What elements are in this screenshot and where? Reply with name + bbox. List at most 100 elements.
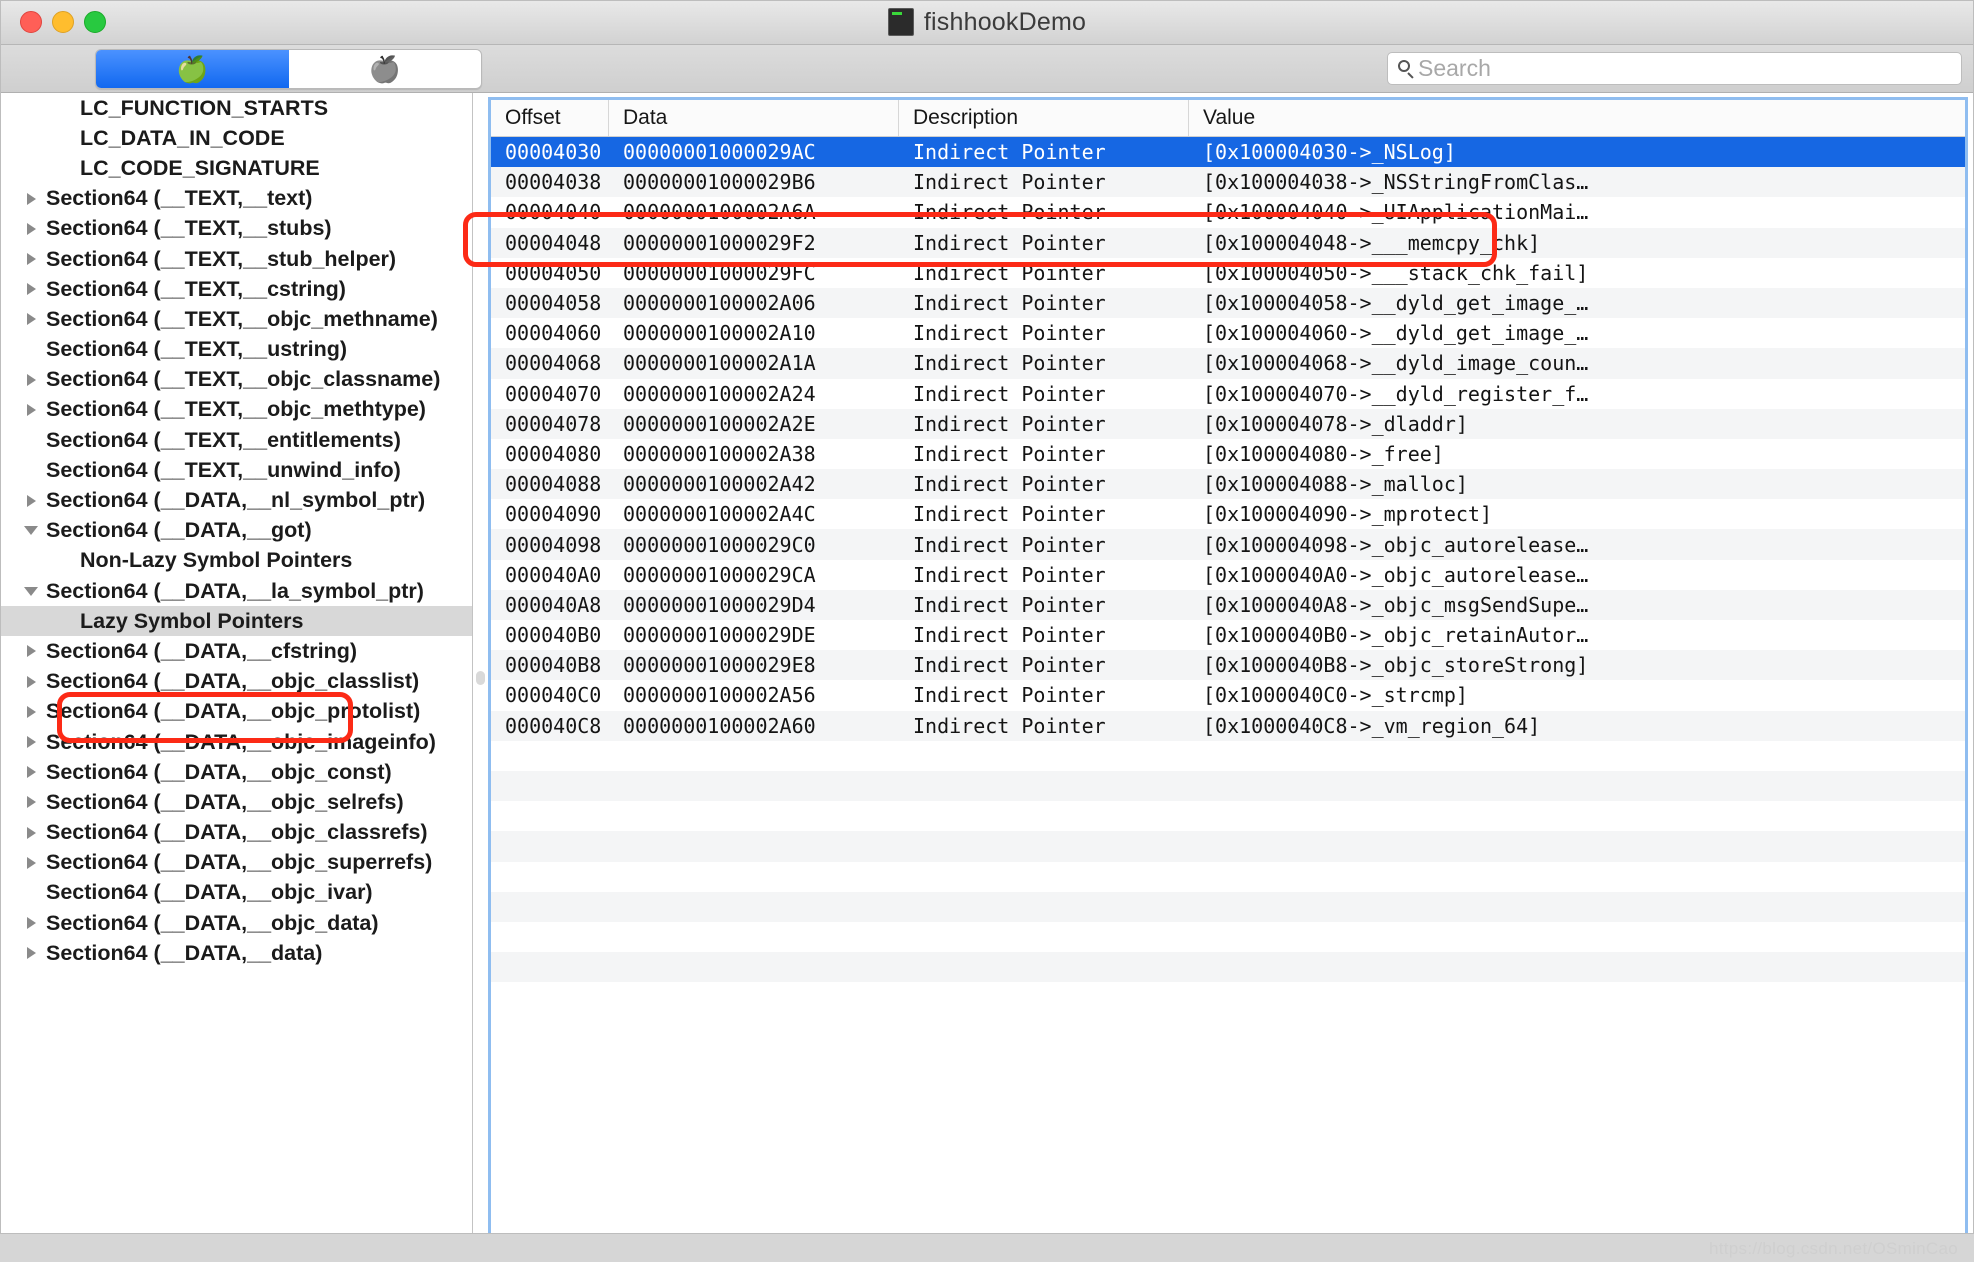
- chevron-right-icon[interactable]: [20, 675, 42, 688]
- table-cell-value: [0x1000040A0->_objc_autorelease…: [1203, 562, 1589, 587]
- sidebar-item[interactable]: Section64 (__DATA,__got): [0, 516, 472, 546]
- chevron-right-icon[interactable]: [20, 826, 42, 839]
- sidebar-item[interactable]: Section64 (__TEXT,__objc_methname): [0, 304, 472, 334]
- column-header-value[interactable]: Value: [1189, 100, 1965, 136]
- table-cell-offset: 000040B0: [505, 623, 602, 648]
- column-header-offset[interactable]: Offset: [491, 100, 609, 136]
- table-row[interactable]: 00004058 0000000100002A06 Indirect Pointer…: [491, 287, 1965, 319]
- sidebar-item[interactable]: Section64 (__TEXT,__stubs): [0, 214, 472, 244]
- sidebar-item-label: Section64 (__TEXT,__cstring): [46, 276, 346, 301]
- table-filler-row: [491, 952, 1965, 983]
- chevron-right-icon[interactable]: [20, 917, 42, 930]
- search-field[interactable]: Search: [1387, 52, 1962, 85]
- table-row[interactable]: 00004078 0000000100002A2E Indirect Pointer…: [491, 408, 1965, 439]
- sidebar-item[interactable]: Non-Lazy Symbol Pointers: [0, 546, 472, 576]
- table-row[interactable]: 00004038 00000001000029B6 Indirect Pointer…: [491, 167, 1965, 198]
- chevron-right-icon[interactable]: [20, 403, 42, 416]
- chevron-right-icon[interactable]: [20, 705, 42, 718]
- sidebar-item[interactable]: Section64 (__DATA,__objc_selrefs): [0, 787, 472, 817]
- chevron-right-icon[interactable]: [20, 222, 42, 235]
- table-row[interactable]: 000040B8 00000001000029E8 Indirect Pointer…: [491, 650, 1965, 681]
- sidebar-item[interactable]: Section64 (__DATA,__objc_protolist): [0, 697, 472, 727]
- sidebar-item[interactable]: LC_FUNCTION_STARTS: [0, 93, 472, 123]
- table-cell-description: Indirect Pointer: [913, 441, 1106, 466]
- table-row[interactable]: 00004068 0000000100002A1A Indirect Pointer…: [491, 348, 1965, 379]
- sidebar-item-label: LC_CODE_SIGNATURE: [80, 155, 320, 180]
- segment-grey-apple[interactable]: 🍏: [288, 49, 481, 88]
- sidebar-item-label: Section64 (__TEXT,__stubs): [46, 216, 332, 241]
- table-cell-value: [0x100004030->_NSLog]: [1203, 140, 1456, 165]
- chevron-right-icon[interactable]: [20, 947, 42, 960]
- sidebar-item[interactable]: Section64 (__DATA,__objc_superrefs): [0, 848, 472, 878]
- chevron-right-icon[interactable]: [20, 373, 42, 386]
- table-row[interactable]: 00004048 00000001000029F2 Indirect Pointer…: [491, 227, 1965, 258]
- sidebar-item[interactable]: Section64 (__DATA,__objc_imageinfo): [0, 727, 472, 757]
- chevron-right-icon[interactable]: [20, 494, 42, 507]
- sidebar-item[interactable]: Section64 (__TEXT,__unwind_info): [0, 455, 472, 485]
- table-row[interactable]: 00004098 00000001000029C0 Indirect Pointer…: [491, 529, 1965, 560]
- sidebar-item[interactable]: Section64 (__TEXT,__objc_classname): [0, 365, 472, 395]
- chevron-right-icon[interactable]: [20, 645, 42, 658]
- view-mode-segmented-control[interactable]: 🍏 🍏: [95, 48, 482, 89]
- sidebar-item[interactable]: Section64 (__TEXT,__entitlements): [0, 425, 472, 455]
- symbol-pointers-table[interactable]: Offset Data Description Value 00004030 00…: [488, 97, 1968, 1254]
- table-row[interactable]: 00004088 0000000100002A42 Indirect Pointer…: [491, 469, 1965, 500]
- sidebar-item[interactable]: Section64 (__DATA,__objc_data): [0, 908, 472, 938]
- table-row[interactable]: 000040B0 00000001000029DE Indirect Pointer…: [491, 620, 1965, 650]
- sidebar-item[interactable]: Section64 (__DATA,__nl_symbol_ptr): [0, 485, 472, 515]
- sidebar-item[interactable]: Section64 (__DATA,__objc_ivar): [0, 878, 472, 908]
- sidebar-item[interactable]: Section64 (__DATA,__la_symbol_ptr): [0, 576, 472, 606]
- sidebar-item[interactable]: Section64 (__DATA,__data): [0, 938, 472, 968]
- segment-red-apple[interactable]: 🍏: [96, 49, 289, 88]
- structure-outline-sidebar[interactable]: LC_FUNCTION_STARTS LC_DATA_IN_CODE LC_CODE…: [0, 93, 473, 1262]
- table-row[interactable]: 000040A0 00000001000029CA Indirect Pointer…: [491, 560, 1965, 590]
- sidebar-item[interactable]: Section64 (__TEXT,__objc_methtype): [0, 395, 472, 425]
- table-row[interactable]: 00004040 0000000100002A6A Indirect Pointer…: [491, 197, 1965, 227]
- table-row[interactable]: 00004080 0000000100002A38 Indirect Pointer…: [491, 439, 1965, 469]
- sidebar-item[interactable]: LC_CODE_SIGNATURE: [0, 153, 472, 183]
- chevron-right-icon[interactable]: [20, 283, 42, 296]
- table-cell-data: 0000000100002A6A: [623, 200, 816, 225]
- split-divider[interactable]: [473, 93, 488, 1262]
- column-header-description[interactable]: Description: [899, 100, 1189, 136]
- chevron-down-icon[interactable]: [20, 586, 42, 596]
- sidebar-item[interactable]: Section64 (__TEXT,__text): [0, 184, 472, 214]
- column-header-data[interactable]: Data: [609, 100, 899, 136]
- table-row[interactable]: 000040C8 0000000100002A60 Indirect Pointer…: [491, 710, 1965, 741]
- split-divider-grip[interactable]: [476, 670, 485, 685]
- sidebar-item[interactable]: Section64 (__TEXT,__stub_helper): [0, 244, 472, 274]
- table-row[interactable]: 00004030 00000001000029AC Indirect Pointer…: [491, 137, 1965, 168]
- table-row[interactable]: 000040A8 00000001000029D4 Indirect Pointer…: [491, 589, 1965, 620]
- chevron-right-icon[interactable]: [20, 313, 42, 326]
- table-cell-offset: 00004098: [505, 532, 602, 557]
- chevron-down-icon[interactable]: [20, 526, 42, 536]
- sidebar-item[interactable]: Section64 (__DATA,__objc_classlist): [0, 667, 472, 697]
- sidebar-item[interactable]: Section64 (__DATA,__objc_classrefs): [0, 818, 472, 848]
- zoom-button[interactable]: [84, 11, 106, 33]
- table-cell-description: Indirect Pointer: [913, 562, 1106, 587]
- sidebar-item[interactable]: Section64 (__TEXT,__ustring): [0, 335, 472, 365]
- table-cell-value: [0x1000040C0->_strcmp]: [1203, 683, 1468, 708]
- sidebar-item[interactable]: Lazy Symbol Pointers: [0, 606, 472, 637]
- sidebar-item-label: Section64 (__TEXT,__objc_methtype): [46, 397, 426, 422]
- minimize-button[interactable]: [52, 11, 74, 33]
- table-row[interactable]: 00004090 0000000100002A4C Indirect Pointer…: [491, 499, 1965, 529]
- chevron-right-icon[interactable]: [20, 736, 42, 749]
- chevron-right-icon[interactable]: [20, 766, 42, 779]
- sidebar-item[interactable]: Section64 (__TEXT,__cstring): [0, 274, 472, 304]
- chevron-right-icon[interactable]: [20, 253, 42, 266]
- sidebar-item-label: Section64 (__DATA,__objc_const): [46, 759, 392, 784]
- sidebar-item[interactable]: LC_DATA_IN_CODE: [0, 123, 472, 153]
- table-cell-value: [0x100004040->_UIApplicationMai…: [1203, 200, 1589, 225]
- close-button[interactable]: [20, 11, 42, 33]
- chevron-right-icon: [26, 373, 36, 386]
- table-row[interactable]: 00004050 00000001000029FC Indirect Pointer…: [491, 258, 1965, 288]
- table-row[interactable]: 00004060 0000000100002A10 Indirect Pointer…: [491, 318, 1965, 348]
- sidebar-item[interactable]: Section64 (__DATA,__objc_const): [0, 757, 472, 787]
- table-row[interactable]: 00004070 0000000100002A24 Indirect Pointer…: [491, 379, 1965, 409]
- chevron-right-icon[interactable]: [20, 856, 42, 869]
- chevron-right-icon[interactable]: [20, 796, 42, 809]
- table-row[interactable]: 000040C0 0000000100002A56 Indirect Pointer…: [491, 680, 1965, 710]
- chevron-right-icon[interactable]: [20, 192, 42, 205]
- sidebar-item[interactable]: Section64 (__DATA,__cfstring): [0, 636, 472, 666]
